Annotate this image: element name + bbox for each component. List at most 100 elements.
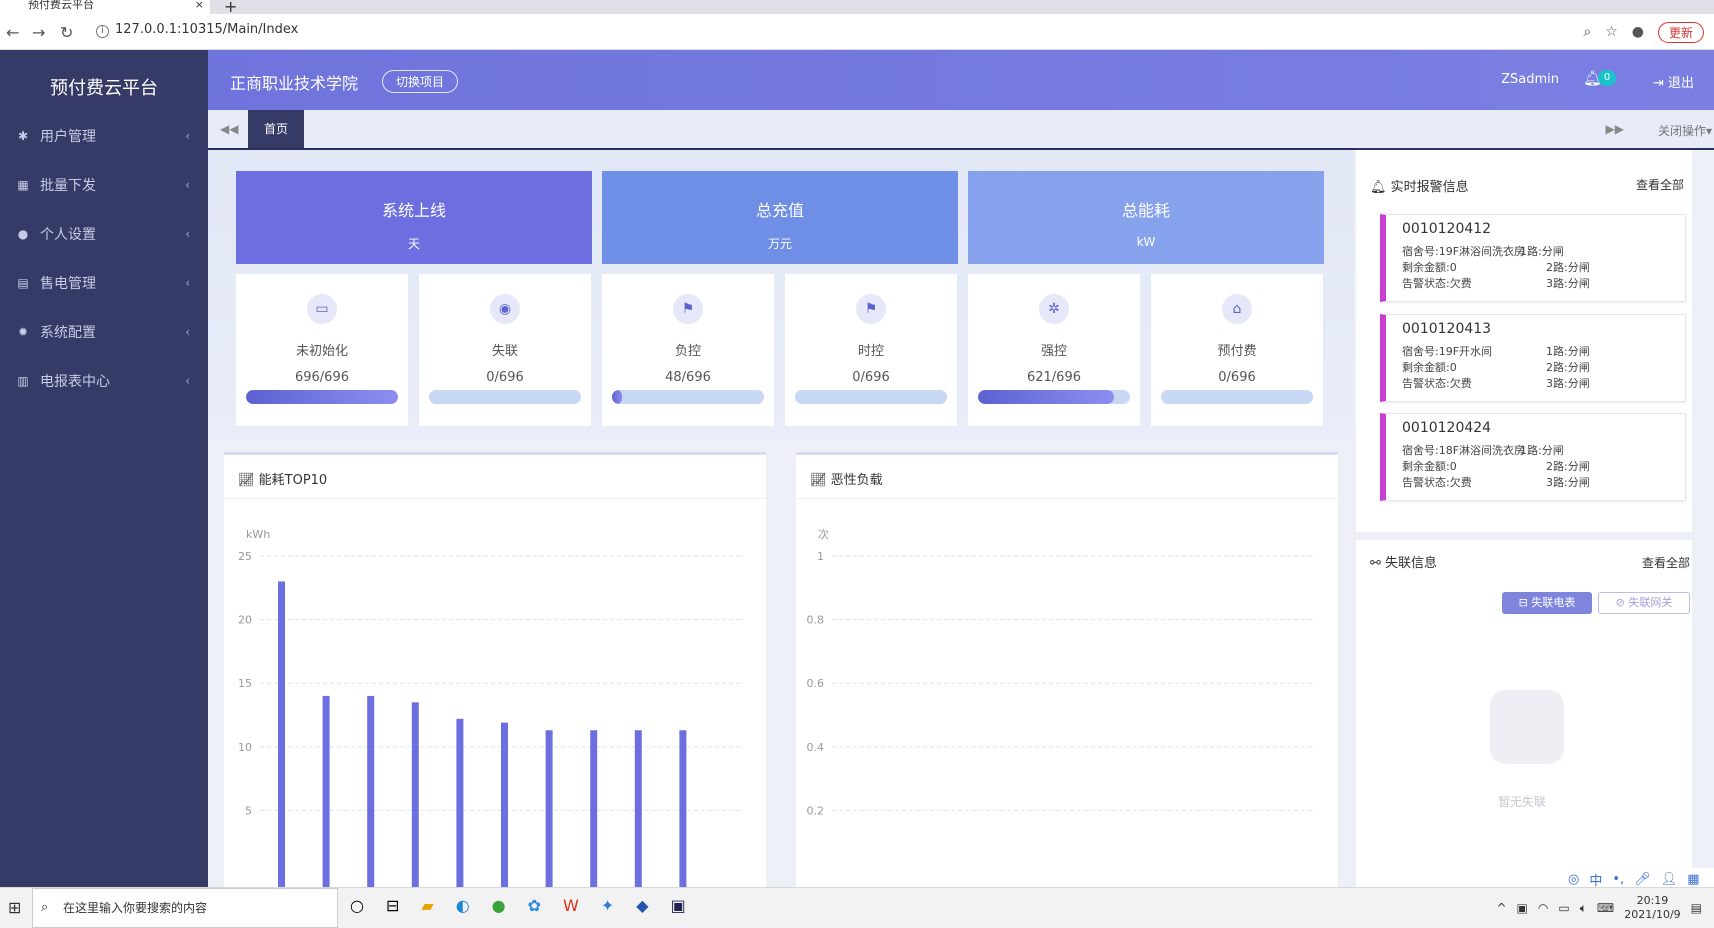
keyboard-icon[interactable]: ⌨ bbox=[1597, 901, 1614, 915]
stat-unit: 天 bbox=[407, 237, 420, 251]
browser-tab[interactable]: 预付费云平台 × bbox=[0, 0, 210, 14]
alarm-room: 宿舍号:19F淋浴间洗衣房 bbox=[1402, 245, 1526, 258]
url-field[interactable]: i 127.0.0.1:10315/Main/Index bbox=[96, 22, 298, 38]
tab-scroll-right-icon[interactable]: ▶▶ bbox=[1606, 122, 1624, 136]
y-axis-unit: kWh bbox=[246, 528, 270, 541]
malicious-load-chart: 次 1 0.8 0.6 0.4 0.2 bbox=[807, 527, 1316, 817]
widgets-icon[interactable]: ⊟ bbox=[386, 896, 399, 915]
sidebar-item-report-center[interactable]: ▥ 电报表中心 ‹ bbox=[0, 361, 208, 401]
alarm-room: 宿舍号:18F淋浴间洗衣房 bbox=[1402, 444, 1526, 457]
status-card-offline[interactable]: ◉ 失联 0/696 bbox=[419, 274, 591, 426]
bar[interactable] bbox=[456, 718, 464, 887]
lost-view-all-link[interactable]: 查看全部 bbox=[1642, 554, 1690, 571]
alarm-meter-id: 0010120413 bbox=[1402, 321, 1492, 337]
sidebar: 预付费云平台 ✱ 用户管理 ‹ ▦ 批量下发 ‹ ● 个人设置 ‹ ▤ 售电管理… bbox=[0, 50, 208, 887]
wifi-icon[interactable]: ◠ bbox=[1538, 901, 1548, 915]
stat-title: 系统上线 bbox=[381, 201, 446, 220]
top-header: 正商职业技术学院 切换项目 ZSadmin 🔔︎ 0 ⇥ 退出 bbox=[208, 50, 1714, 110]
switch-project-button[interactable]: 切换项目 bbox=[382, 70, 459, 93]
taskbar-search[interactable]: ⌕ 在这里输入你要搜索的内容 bbox=[32, 888, 338, 928]
alarm-item[interactable]: 0010120413 宿舍号:19F开水间 剩余金额:0 告警状态:欠费 1路:… bbox=[1380, 314, 1686, 402]
update-button[interactable]: 更新 bbox=[1657, 21, 1704, 43]
status-card-time-control[interactable]: ⚑ 时控 0/696 bbox=[785, 274, 957, 426]
close-operations-dropdown[interactable]: 关闭操作▾ bbox=[1658, 122, 1712, 139]
zoom-icon[interactable]: ⌕ bbox=[1583, 24, 1591, 40]
windows-taskbar: ⊞ ⌕ 在这里输入你要搜索的内容 ○ ⊟ ▰ ◐ ● ✿ W ✦ ◆ ▣ ^ ▣… bbox=[0, 887, 1714, 928]
bell-outline-icon: 🔔︎ bbox=[1370, 180, 1391, 195]
status-value: 696/696 bbox=[294, 370, 349, 385]
colorful-app-icon[interactable]: ✿ bbox=[528, 896, 541, 915]
sidebar-item-electricity-sales[interactable]: ▤ 售电管理 ‹ bbox=[0, 263, 208, 303]
volume-icon[interactable]: 🔈︎ bbox=[1580, 901, 1587, 916]
forward-icon[interactable]: → bbox=[32, 23, 45, 42]
status-value: 0/696 bbox=[852, 370, 890, 385]
mic-icon[interactable]: 🎤︎ bbox=[1634, 872, 1651, 887]
alarm-title: 实时报警信息 bbox=[1390, 180, 1469, 195]
status-card-force-control[interactable]: ✲ 强控 621/696 bbox=[968, 274, 1140, 426]
bar[interactable] bbox=[634, 730, 642, 887]
tab-close-icon[interactable]: × bbox=[195, 0, 204, 10]
info-icon[interactable]: i bbox=[96, 25, 109, 38]
battery-icon[interactable]: ▭ bbox=[1558, 901, 1569, 915]
ime-logo-icon: ◎ bbox=[1568, 871, 1580, 887]
apps-icon[interactable]: ▦ bbox=[1687, 872, 1699, 887]
alarm-header: 🔔︎ 实时报警信息 bbox=[1370, 176, 1469, 195]
wps-icon[interactable]: W bbox=[563, 896, 579, 915]
status-card-prepaid[interactable]: ⌂ 预付费 0/696 bbox=[1151, 274, 1323, 426]
profile-icon[interactable]: ● bbox=[1632, 24, 1644, 40]
bar[interactable] bbox=[590, 730, 598, 887]
bookmark-star-icon[interactable]: ☆ bbox=[1605, 24, 1618, 40]
alarm-view-all-link[interactable]: 查看全部 bbox=[1636, 176, 1684, 193]
edge-browser-icon[interactable]: ◐ bbox=[456, 896, 470, 915]
tray-app-icon[interactable]: ▣ bbox=[1517, 901, 1528, 915]
sidebar-item-personal-settings[interactable]: ● 个人设置 ‹ bbox=[0, 214, 208, 254]
file-explorer-icon[interactable]: ▰ bbox=[421, 896, 433, 915]
progress-fill bbox=[978, 390, 1114, 404]
reload-icon[interactable]: ↻ bbox=[60, 23, 73, 42]
stat-unit: kW bbox=[1136, 235, 1156, 249]
status-card-uninitialized[interactable]: ▭ 未初始化 696/696 bbox=[236, 274, 408, 426]
status-value: 48/696 bbox=[665, 370, 711, 385]
bar[interactable] bbox=[679, 730, 687, 887]
bar[interactable] bbox=[322, 695, 330, 887]
back-icon[interactable]: ← bbox=[6, 23, 19, 42]
right-panel: 🔔︎ 实时报警信息 查看全部 0010120412 宿舍号:19F淋浴间洗衣房 … bbox=[1354, 150, 1714, 887]
dev-tool-icon[interactable]: ◆ bbox=[636, 896, 648, 915]
tab-scroll-left-icon[interactable]: ◀◀ bbox=[220, 122, 238, 136]
bar[interactable] bbox=[367, 695, 375, 887]
green-app-icon[interactable]: ● bbox=[492, 896, 506, 915]
logout-button[interactable]: ⇥ 退出 bbox=[1653, 72, 1694, 91]
user-icon[interactable]: 👤︎ bbox=[1661, 872, 1678, 887]
panel-header: 📈︎ 能耗TOP10 bbox=[238, 469, 327, 488]
task-view-icon[interactable]: ○ bbox=[350, 896, 364, 915]
remote-app-icon[interactable]: ▣ bbox=[671, 896, 686, 915]
windows-start-icon[interactable]: ⊞ bbox=[8, 898, 21, 917]
notification-center-icon[interactable]: ▤ bbox=[1691, 901, 1702, 915]
punctuation-icon[interactable]: •, bbox=[1612, 872, 1624, 887]
lost-gateways-button[interactable]: ⊘ 失联网关 bbox=[1598, 592, 1690, 614]
bar[interactable] bbox=[278, 581, 285, 887]
username[interactable]: ZSadmin bbox=[1501, 72, 1559, 87]
tab-home[interactable]: 首页 bbox=[248, 110, 304, 148]
progress-fill bbox=[246, 390, 398, 404]
y-tick-label: 0.4 bbox=[807, 741, 825, 754]
lost-meters-button[interactable]: ⊟ 失联电表 bbox=[1502, 592, 1592, 614]
tray-expand-icon[interactable]: ^ bbox=[1496, 901, 1506, 915]
alarm-item[interactable]: 0010120412 宿舍号:19F淋浴间洗衣房 剩余金额:0 告警状态:欠费 … bbox=[1380, 214, 1686, 302]
status-card-load-control[interactable]: ⚑ 负控 48/696 bbox=[602, 274, 774, 426]
alarm-item[interactable]: 0010120424 宿舍号:18F淋浴间洗衣房 剩余金额:0 告警状态:欠费 … bbox=[1380, 413, 1686, 501]
bar[interactable] bbox=[411, 702, 419, 887]
sidebar-item-user-management[interactable]: ✱ 用户管理 ‹ bbox=[0, 116, 208, 156]
sidebar-item-batch-dispatch[interactable]: ▦ 批量下发 ‹ bbox=[0, 165, 208, 205]
y-tick-label: 0.8 bbox=[807, 614, 825, 627]
network-app-icon[interactable]: ✦ bbox=[601, 896, 614, 915]
main-content: 系统上线 天 总充值 万元 总能耗 kW ▭ 未初始化 696/696 ◉ 失联… bbox=[208, 150, 1354, 887]
ime-language[interactable]: 中 bbox=[1589, 870, 1602, 889]
bar[interactable] bbox=[545, 730, 553, 887]
system-clock[interactable]: 20:19 2021/10/9 bbox=[1624, 894, 1680, 922]
url-text: 127.0.0.1:10315/Main/Index bbox=[115, 22, 299, 37]
sidebar-item-label: 个人设置 bbox=[40, 227, 96, 243]
gears-icon: ✲ bbox=[1039, 294, 1069, 324]
sidebar-item-system-config[interactable]: ✹ 系统配置 ‹ bbox=[0, 312, 208, 352]
bar[interactable] bbox=[501, 722, 508, 887]
